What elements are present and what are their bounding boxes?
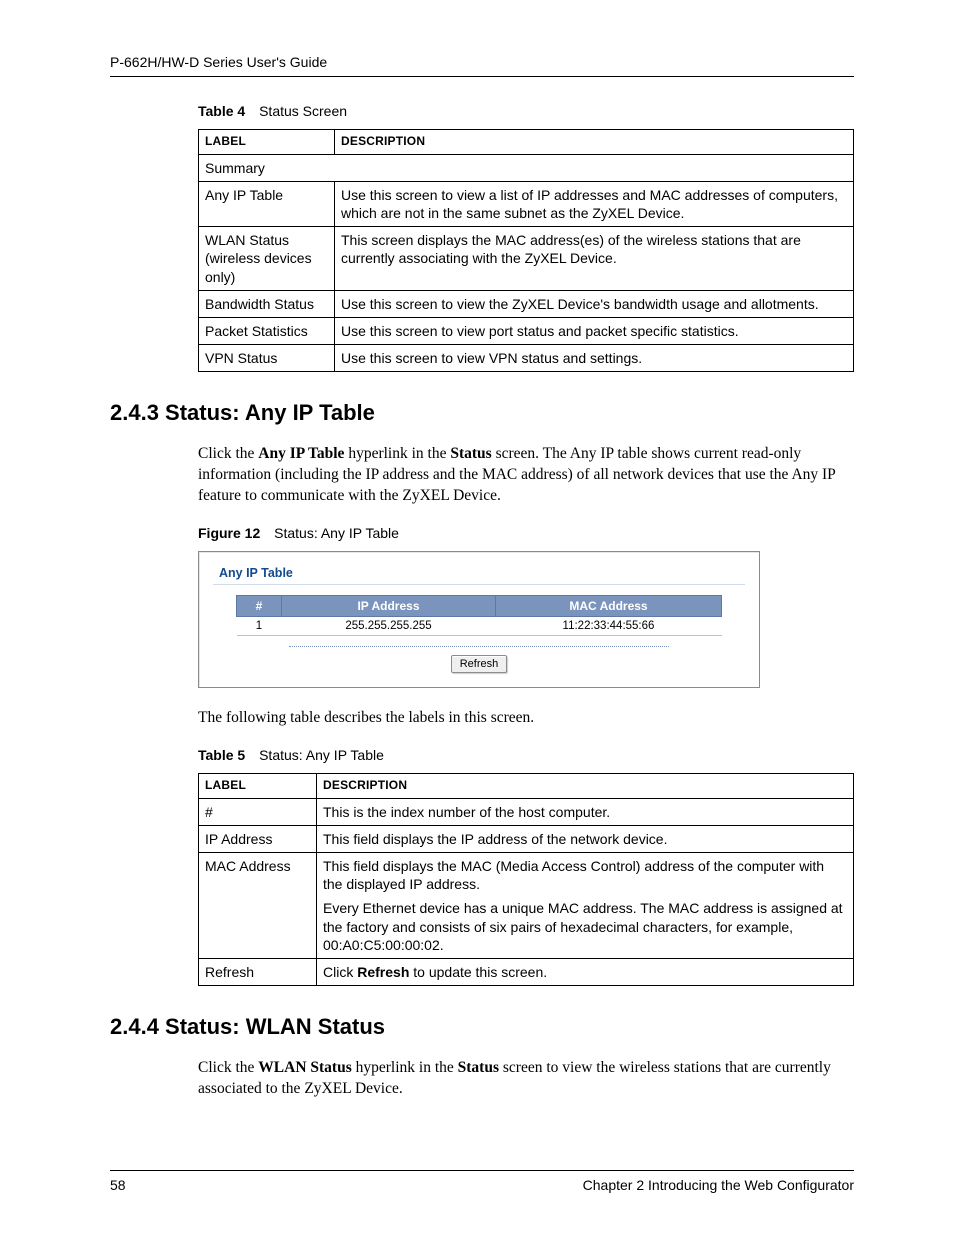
table4-row-desc: Use this screen to view port status and …: [335, 317, 854, 344]
table-row: # This is the index number of the host c…: [199, 798, 854, 825]
table-row: Summary: [199, 154, 854, 181]
figure12-caption-label: Figure 12: [198, 525, 260, 541]
table-row: Any IP Table Use this screen to view a l…: [199, 181, 854, 226]
table-row: VPN Status Use this screen to view VPN s…: [199, 345, 854, 372]
anyip-row-mac: 11:22:33:44:55:66: [495, 617, 721, 636]
table-row: IP Address This field displays the IP ad…: [199, 825, 854, 852]
figure12-panel: Any IP Table # IP Address MAC Address 1 …: [198, 551, 760, 688]
table5-row-label: Refresh: [199, 958, 317, 985]
running-header: P-662H/HW-D Series User's Guide: [110, 54, 854, 70]
para-243-followup: The following table describes the labels…: [198, 708, 854, 729]
table4-caption: Table 4 Status Screen: [198, 103, 854, 119]
table4-row-desc: This screen displays the MAC address(es)…: [335, 227, 854, 291]
anyip-row-ip: 255.255.255.255: [282, 617, 496, 636]
table5-caption-label: Table 5: [198, 747, 245, 763]
table5-row-desc: This field displays the IP address of th…: [317, 825, 854, 852]
figure12-title: Any IP Table: [219, 566, 749, 580]
table5-head-label: LABEL: [199, 773, 317, 798]
para-243: Click the Any IP Table hyperlink in the …: [198, 444, 854, 507]
table4-caption-label: Table 4: [198, 103, 245, 119]
table5-row-label: MAC Address: [199, 852, 317, 958]
footer-rule: [110, 1170, 854, 1171]
table4-row-label: Any IP Table: [199, 181, 335, 226]
table4-row-label: WLAN Status (wireless devices only): [199, 227, 335, 291]
header-rule: [110, 76, 854, 77]
table5-caption: Table 5 Status: Any IP Table: [198, 747, 854, 763]
anyip-table: # IP Address MAC Address 1 255.255.255.2…: [236, 595, 722, 636]
figure12-divider: [289, 646, 669, 647]
table4: LABEL DESCRIPTION Summary Any IP Table U…: [198, 129, 854, 372]
table4-row-desc: Use this screen to view VPN status and s…: [335, 345, 854, 372]
table5-row-desc: This field displays the MAC (Media Acces…: [317, 852, 854, 958]
table5-row-desc: Click Refresh to update this screen.: [317, 958, 854, 985]
table4-row-desc: Use this screen to view the ZyXEL Device…: [335, 290, 854, 317]
anyip-head-mac: MAC Address: [495, 596, 721, 617]
page-number: 58: [110, 1177, 126, 1193]
page-footer: 58 Chapter 2 Introducing the Web Configu…: [110, 1170, 854, 1193]
anyip-head-ip: IP Address: [282, 596, 496, 617]
table4-head-label: LABEL: [199, 130, 335, 155]
table5-caption-title: Status: Any IP Table: [259, 747, 384, 763]
table4-head-desc: DESCRIPTION: [335, 130, 854, 155]
anyip-head-index: #: [237, 596, 282, 617]
table5-row-label: #: [199, 798, 317, 825]
chapter-label: Chapter 2 Introducing the Web Configurat…: [583, 1177, 854, 1193]
table4-row-label: Bandwidth Status: [199, 290, 335, 317]
table4-row-desc: Use this screen to view a list of IP add…: [335, 181, 854, 226]
table5-head-desc: DESCRIPTION: [317, 773, 854, 798]
refresh-button[interactable]: Refresh: [451, 655, 508, 673]
heading-244: 2.4.4 Status: WLAN Status: [110, 1014, 854, 1040]
figure12-underline: [213, 584, 745, 585]
figure12-caption-title: Status: Any IP Table: [274, 525, 399, 541]
anyip-row-index: 1: [237, 617, 282, 636]
table4-row-label: Packet Statistics: [199, 317, 335, 344]
table-row: Packet Statistics Use this screen to vie…: [199, 317, 854, 344]
heading-243: 2.4.3 Status: Any IP Table: [110, 400, 854, 426]
table4-caption-title: Status Screen: [259, 103, 347, 119]
table4-summary-row: Summary: [199, 154, 854, 181]
table-row: WLAN Status (wireless devices only) This…: [199, 227, 854, 291]
table5-row-desc: This is the index number of the host com…: [317, 798, 854, 825]
table5: LABEL DESCRIPTION # This is the index nu…: [198, 773, 854, 986]
para-244: Click the WLAN Status hyperlink in the S…: [198, 1058, 854, 1100]
table-row: Refresh Click Refresh to update this scr…: [199, 958, 854, 985]
table-row: Bandwidth Status Use this screen to view…: [199, 290, 854, 317]
table-row: MAC Address This field displays the MAC …: [199, 852, 854, 958]
table-row: 1 255.255.255.255 11:22:33:44:55:66: [237, 617, 722, 636]
table4-row-label: VPN Status: [199, 345, 335, 372]
figure12-caption: Figure 12 Status: Any IP Table: [198, 525, 854, 541]
table5-row-label: IP Address: [199, 825, 317, 852]
